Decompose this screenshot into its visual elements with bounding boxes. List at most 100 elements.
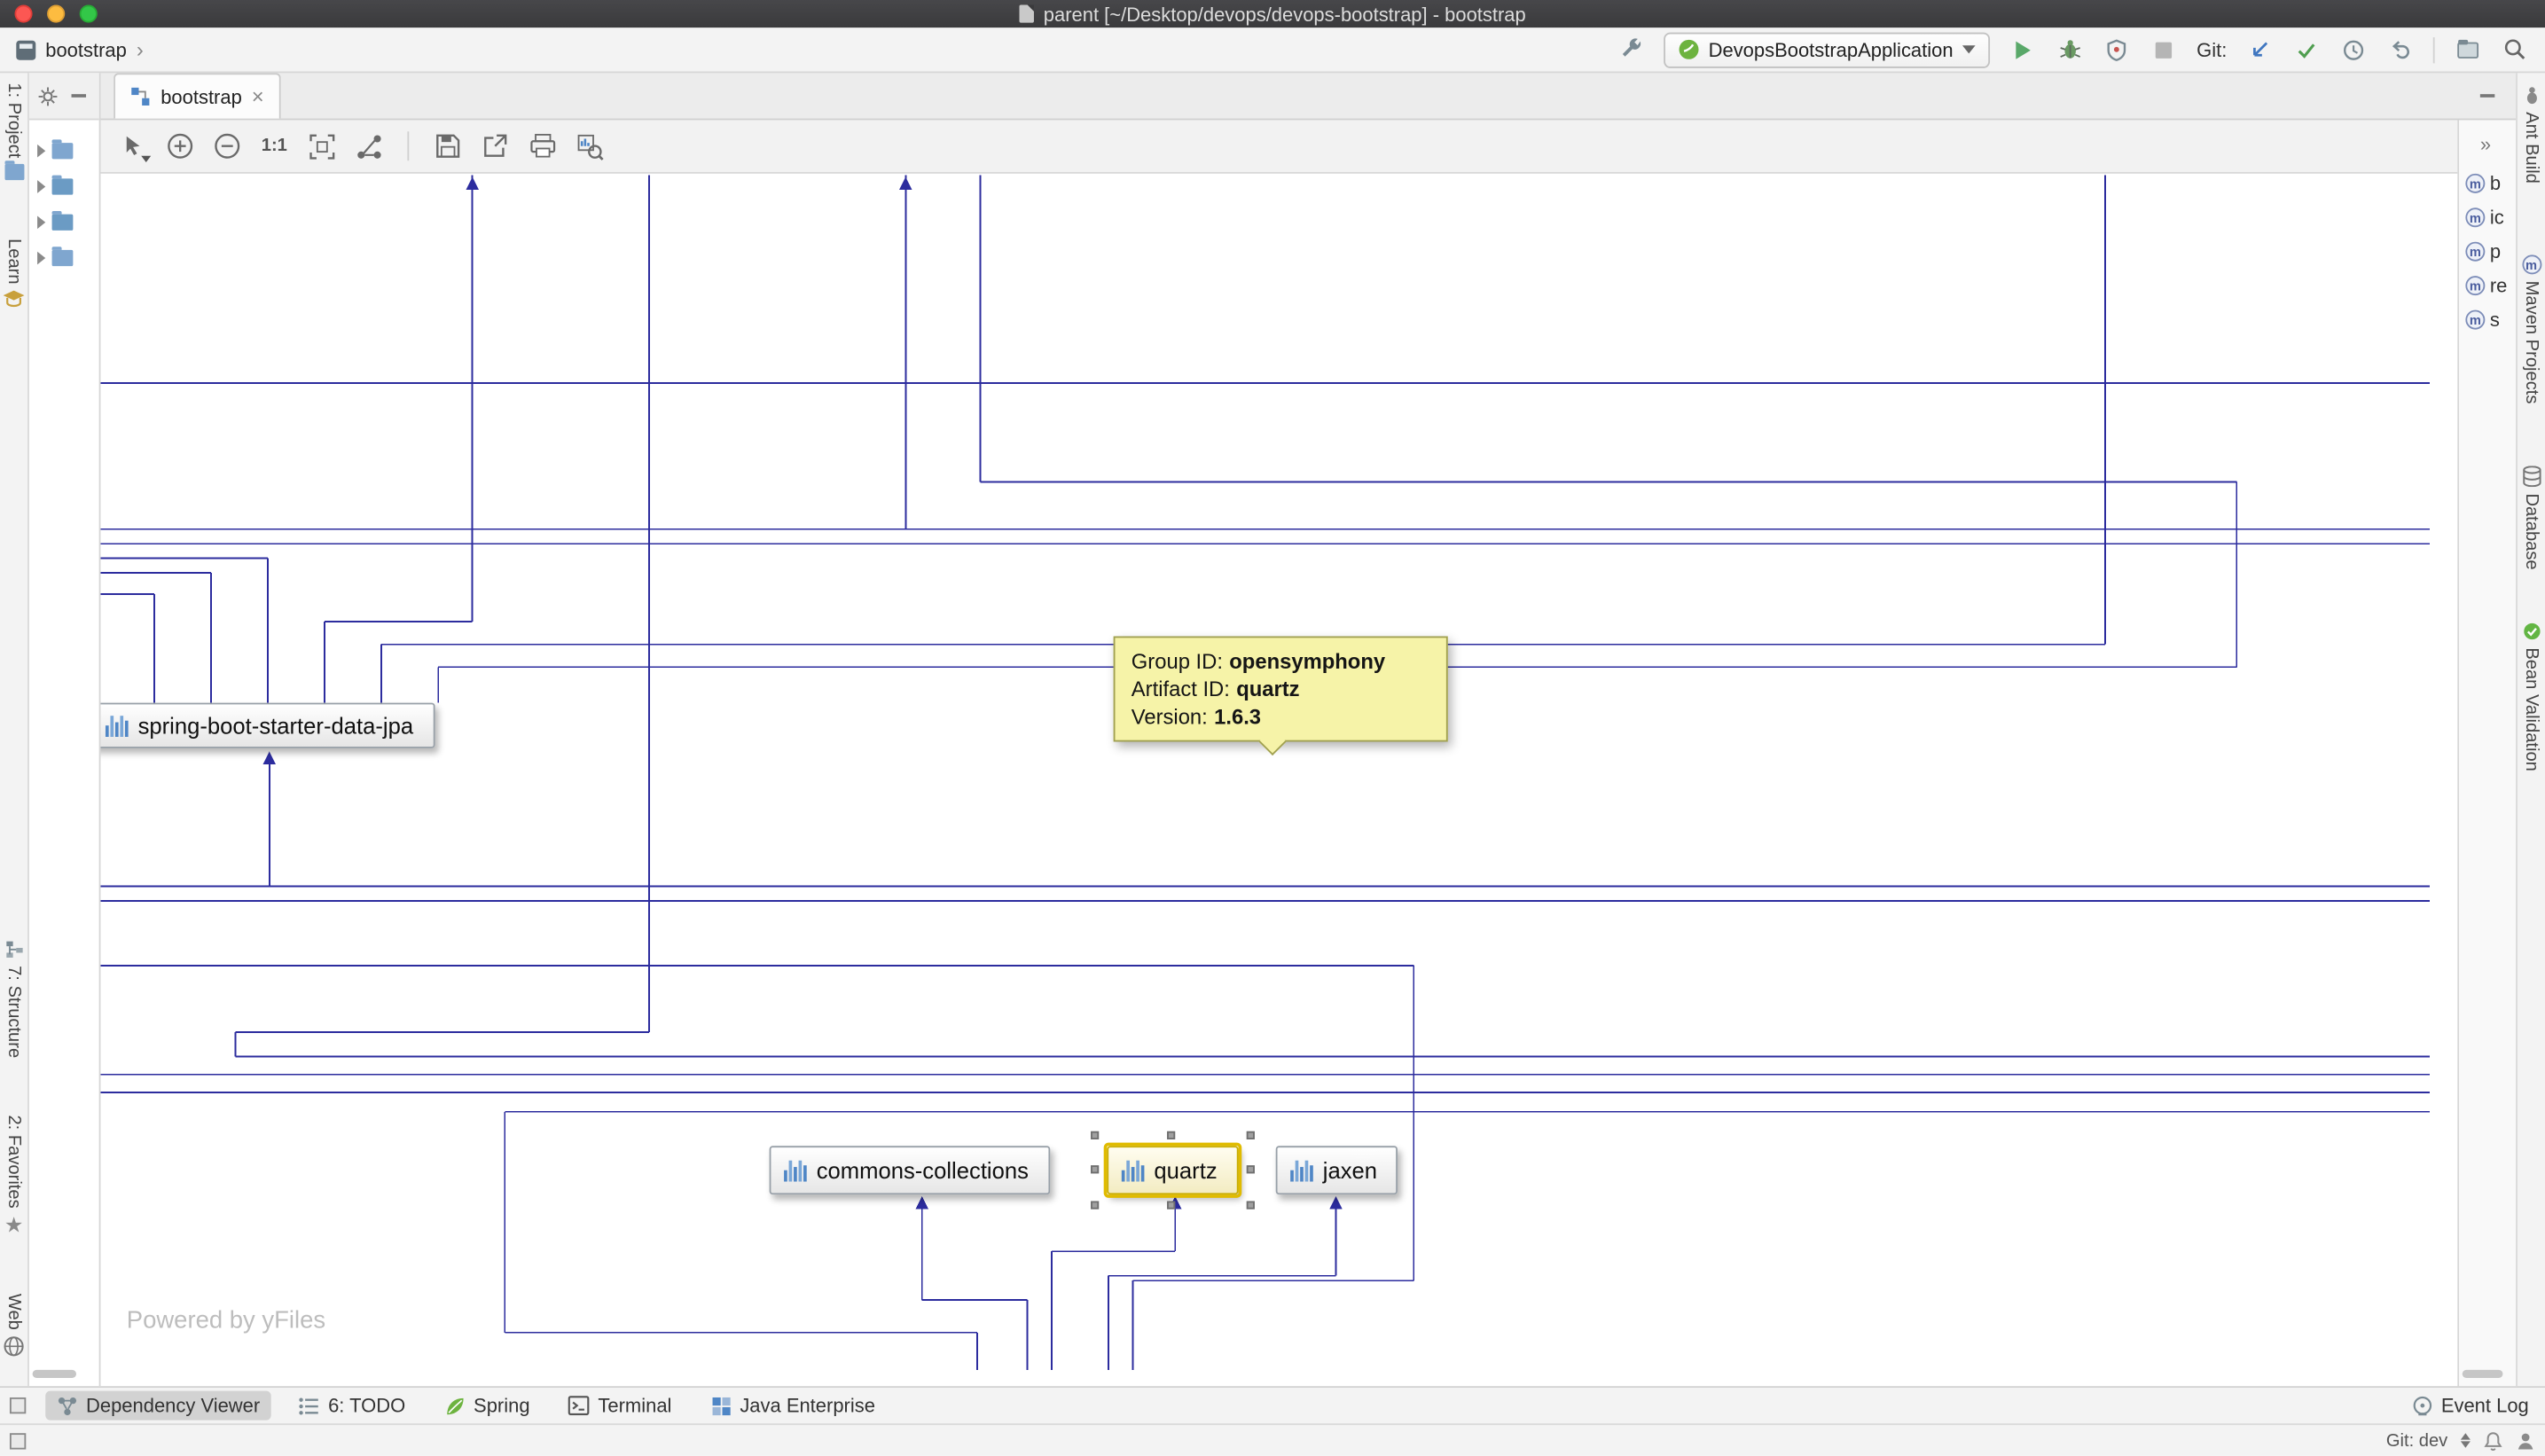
apply-layout-icon[interactable] — [349, 127, 388, 166]
toolwindow-label: Terminal — [598, 1394, 671, 1417]
inspections-profile-icon[interactable] — [2516, 1430, 2535, 1450]
maven-icon: m — [2465, 207, 2485, 227]
sidebar-item-web[interactable]: Web — [0, 1294, 27, 1358]
zoom-window-button[interactable] — [80, 4, 98, 22]
selection-handle[interactable] — [1247, 1131, 1255, 1139]
tree-row[interactable] — [29, 133, 99, 168]
selection-handle[interactable] — [1168, 1201, 1176, 1209]
run-configuration-select[interactable]: DevopsBootstrapApplication — [1663, 32, 1990, 67]
close-icon[interactable]: × — [252, 86, 264, 107]
debug-icon[interactable] — [2056, 35, 2085, 64]
graph-node[interactable]: jaxen — [1276, 1146, 1398, 1194]
node-label: jaxen — [1323, 1157, 1377, 1183]
expand-arrow-icon[interactable] — [37, 215, 45, 229]
project-panel — [29, 73, 101, 1386]
toolwindow-terminal[interactable]: Terminal — [558, 1391, 684, 1421]
expand-panel-icon[interactable]: » — [2480, 133, 2491, 156]
sidebar-item-ant-build[interactable]: Ant Build — [2518, 86, 2545, 184]
tab-bootstrap[interactable]: bootstrap × — [114, 73, 280, 118]
maven-module-item[interactable]: mp — [2465, 240, 2507, 263]
git-rollback-icon[interactable] — [2386, 35, 2416, 64]
sidebar-item-label: 2: Favorites — [4, 1115, 24, 1208]
toolwindow-toggle-icon[interactable] — [10, 1432, 26, 1448]
graph-node[interactable]: commons-collections — [770, 1146, 1050, 1194]
expand-arrow-icon[interactable] — [37, 252, 45, 265]
library-icon — [1122, 1160, 1145, 1181]
edit-mode-icon[interactable] — [114, 127, 153, 166]
git-commit-icon[interactable] — [2292, 35, 2322, 64]
project-structure-icon[interactable] — [2453, 35, 2482, 64]
git-branch-widget[interactable]: Git: dev — [2386, 1430, 2447, 1450]
sidebar-item-database[interactable]: Database — [2518, 466, 2545, 569]
java-enterprise-icon — [710, 1395, 732, 1416]
tree-row[interactable] — [29, 168, 99, 204]
toolwindow-dependency-viewer[interactable]: Dependency Viewer — [45, 1391, 271, 1421]
horizontal-scrollbar-thumb[interactable] — [2463, 1370, 2503, 1378]
git-history-icon[interactable] — [2339, 35, 2369, 64]
expand-arrow-icon[interactable] — [37, 145, 45, 158]
globe-icon — [4, 1336, 25, 1358]
preview-diagram-icon[interactable] — [569, 127, 608, 166]
selection-handle[interactable] — [1091, 1165, 1099, 1173]
run-with-coverage-icon[interactable] — [2103, 35, 2132, 64]
tree-row[interactable] — [29, 240, 99, 276]
sidebar-item-label: Ant Build — [2522, 112, 2541, 184]
dependency-graph-canvas[interactable]: spring-boot-starter-data-jpa commons-col… — [100, 174, 2457, 1386]
selection-handle[interactable] — [1247, 1201, 1255, 1209]
maven-module-item[interactable]: mic — [2465, 206, 2507, 229]
spring-boot-icon — [1678, 39, 1699, 60]
node-label: commons-collections — [817, 1157, 1029, 1183]
selection-handle[interactable] — [1168, 1131, 1176, 1139]
branch-arrows-icon — [2461, 1433, 2471, 1447]
save-icon[interactable] — [428, 127, 467, 166]
toolbar-separator — [407, 131, 409, 160]
ant-build-icon — [2522, 86, 2541, 106]
actual-size-button[interactable]: 1:1 — [254, 127, 294, 166]
tooltip-artifact-value: quartz — [1236, 675, 1299, 702]
horizontal-scrollbar-thumb[interactable] — [33, 1370, 76, 1378]
notifications-icon[interactable] — [2484, 1430, 2503, 1450]
sidebar-item-favorites[interactable]: 2: Favorites ★ — [0, 1115, 27, 1235]
selection-handle[interactable] — [1091, 1131, 1099, 1139]
hide-panel-icon[interactable] — [72, 94, 86, 98]
gear-icon[interactable] — [37, 85, 59, 106]
sidebar-item-maven-projects[interactable]: m Maven Projects — [2518, 254, 2545, 403]
hide-icon[interactable] — [2480, 94, 2494, 98]
run-button[interactable] — [2009, 35, 2038, 64]
minimize-window-button[interactable] — [47, 4, 65, 22]
folder-icon — [52, 178, 74, 194]
toolwindow-spring[interactable]: Spring — [433, 1391, 541, 1421]
zoom-out-icon[interactable] — [208, 127, 247, 166]
tooltip-group-value: opensymphony — [1229, 647, 1385, 675]
zoom-in-icon[interactable] — [161, 127, 200, 166]
selection-handle[interactable] — [1091, 1201, 1099, 1209]
breadcrumb[interactable]: bootstrap — [45, 38, 127, 61]
export-icon[interactable] — [475, 127, 514, 166]
graph-node[interactable]: spring-boot-starter-data-jpa — [100, 703, 434, 748]
toolwindow-todo[interactable]: 6: TODO — [287, 1391, 417, 1421]
expand-arrow-icon[interactable] — [37, 180, 45, 193]
sidebar-item-label: Database — [2522, 493, 2541, 569]
maven-module-item[interactable]: mre — [2465, 274, 2507, 297]
toolwindow-java-enterprise[interactable]: Java Enterprise — [700, 1391, 887, 1421]
sidebar-item-project[interactable]: 1: Project — [0, 82, 27, 181]
print-icon[interactable] — [522, 127, 561, 166]
graph-node-selected[interactable]: quartz — [1107, 1146, 1238, 1194]
git-label: Git: — [2197, 38, 2227, 61]
tree-row[interactable] — [29, 205, 99, 240]
toolwindow-event-log[interactable]: Event Log — [2412, 1394, 2535, 1417]
close-window-button[interactable] — [14, 4, 32, 22]
sidebar-item-learn[interactable]: Learn — [0, 239, 27, 309]
toolwindow-switcher-icon[interactable] — [10, 1397, 26, 1413]
selection-handle[interactable] — [1247, 1165, 1255, 1173]
sidebar-item-structure[interactable]: 7: Structure — [0, 940, 27, 1058]
search-icon[interactable] — [2500, 35, 2529, 64]
maven-module-item[interactable]: mb — [2465, 172, 2507, 195]
git-update-icon[interactable] — [2244, 35, 2274, 64]
node-label: spring-boot-starter-data-jpa — [138, 713, 414, 739]
fit-content-icon[interactable] — [301, 127, 341, 166]
sidebar-item-bean-validation[interactable]: Bean Validation — [2518, 622, 2545, 771]
maven-module-item[interactable]: ms — [2465, 309, 2507, 332]
wrench-icon[interactable] — [1616, 35, 1645, 64]
maven-module-label: s — [2490, 309, 2500, 332]
